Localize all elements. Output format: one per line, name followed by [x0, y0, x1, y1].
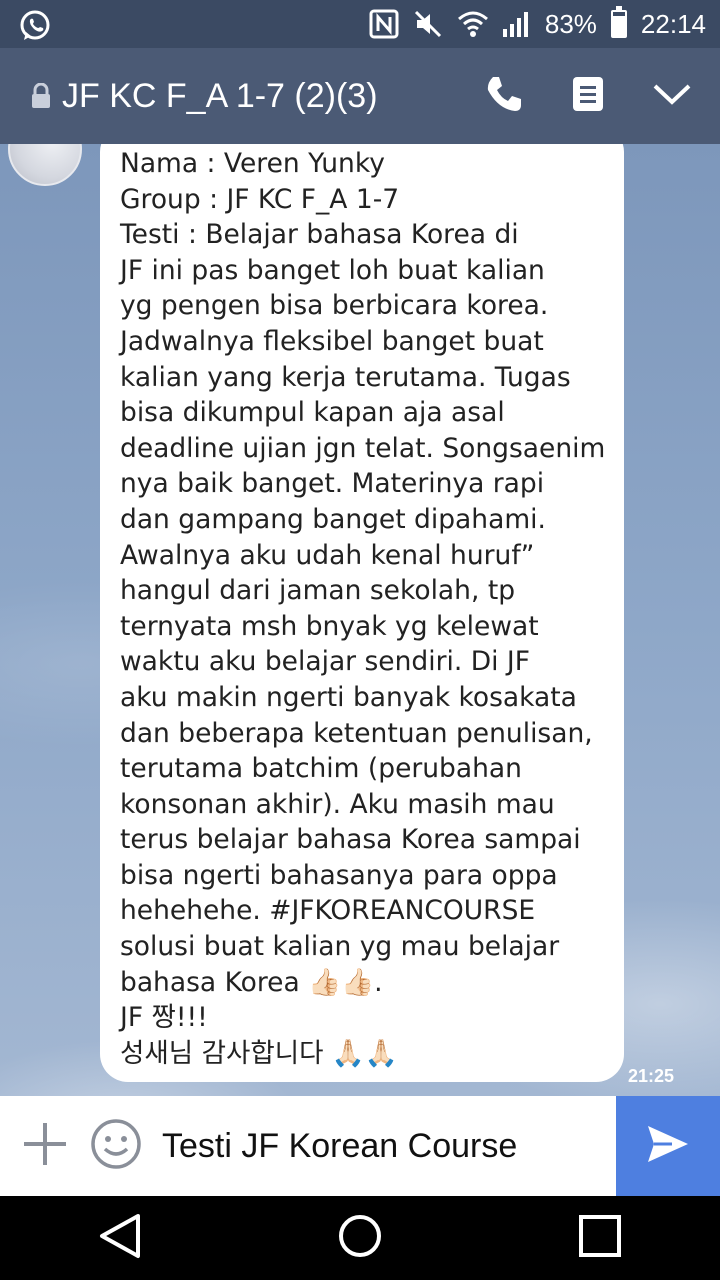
wifi-icon	[457, 9, 488, 39]
notes-icon	[571, 75, 605, 117]
back-button[interactable]	[80, 1198, 160, 1278]
battery-icon	[610, 6, 627, 38]
emoji-button[interactable]	[88, 1118, 144, 1174]
chat-title: JF KC F_A 1-7 (2)(3)	[62, 76, 378, 115]
send-button[interactable]	[616, 1096, 720, 1196]
message-timestamp: 21:25	[628, 1066, 675, 1086]
message-text: Nama : Veren Yunky Group : JF KC F_A 1-7…	[120, 148, 606, 1069]
status-right: 83% 22:14	[369, 6, 706, 40]
call-button[interactable]	[474, 66, 534, 126]
phone-icon	[484, 74, 524, 118]
whatsapp-icon	[18, 9, 50, 40]
clock: 22:14	[640, 8, 706, 39]
home-icon	[337, 1213, 383, 1263]
attach-button[interactable]	[14, 1115, 76, 1177]
message-input[interactable]	[160, 1115, 616, 1177]
home-button[interactable]	[320, 1198, 400, 1278]
chat-area[interactable]: Nama : Veren Yunky Group : JF KC F_A 1-7…	[0, 144, 720, 1096]
send-icon	[646, 1124, 690, 1168]
avatar[interactable]	[8, 144, 82, 186]
chevron-down-icon	[652, 81, 692, 111]
nfc-icon	[369, 9, 399, 39]
navigation-bar	[0, 1196, 720, 1280]
emoji-icon	[90, 1118, 142, 1174]
input-bar	[0, 1096, 720, 1196]
chat-header: JF KC F_A 1-7 (2)(3)	[0, 48, 720, 144]
back-icon	[98, 1213, 142, 1263]
status-bar: 83% 22:14	[0, 0, 720, 48]
status-left	[18, 9, 50, 40]
notes-button[interactable]	[558, 66, 618, 126]
recents-button[interactable]	[560, 1198, 640, 1278]
lock-icon	[30, 82, 52, 109]
recents-icon	[578, 1214, 622, 1262]
expand-menu-button[interactable]	[642, 66, 702, 126]
plus-icon	[20, 1119, 70, 1173]
mute-icon	[413, 9, 443, 39]
message-bubble[interactable]: Nama : Veren Yunky Group : JF KC F_A 1-7…	[100, 144, 624, 1082]
signal-icon	[501, 9, 531, 39]
battery-percent: 83%	[544, 8, 597, 39]
